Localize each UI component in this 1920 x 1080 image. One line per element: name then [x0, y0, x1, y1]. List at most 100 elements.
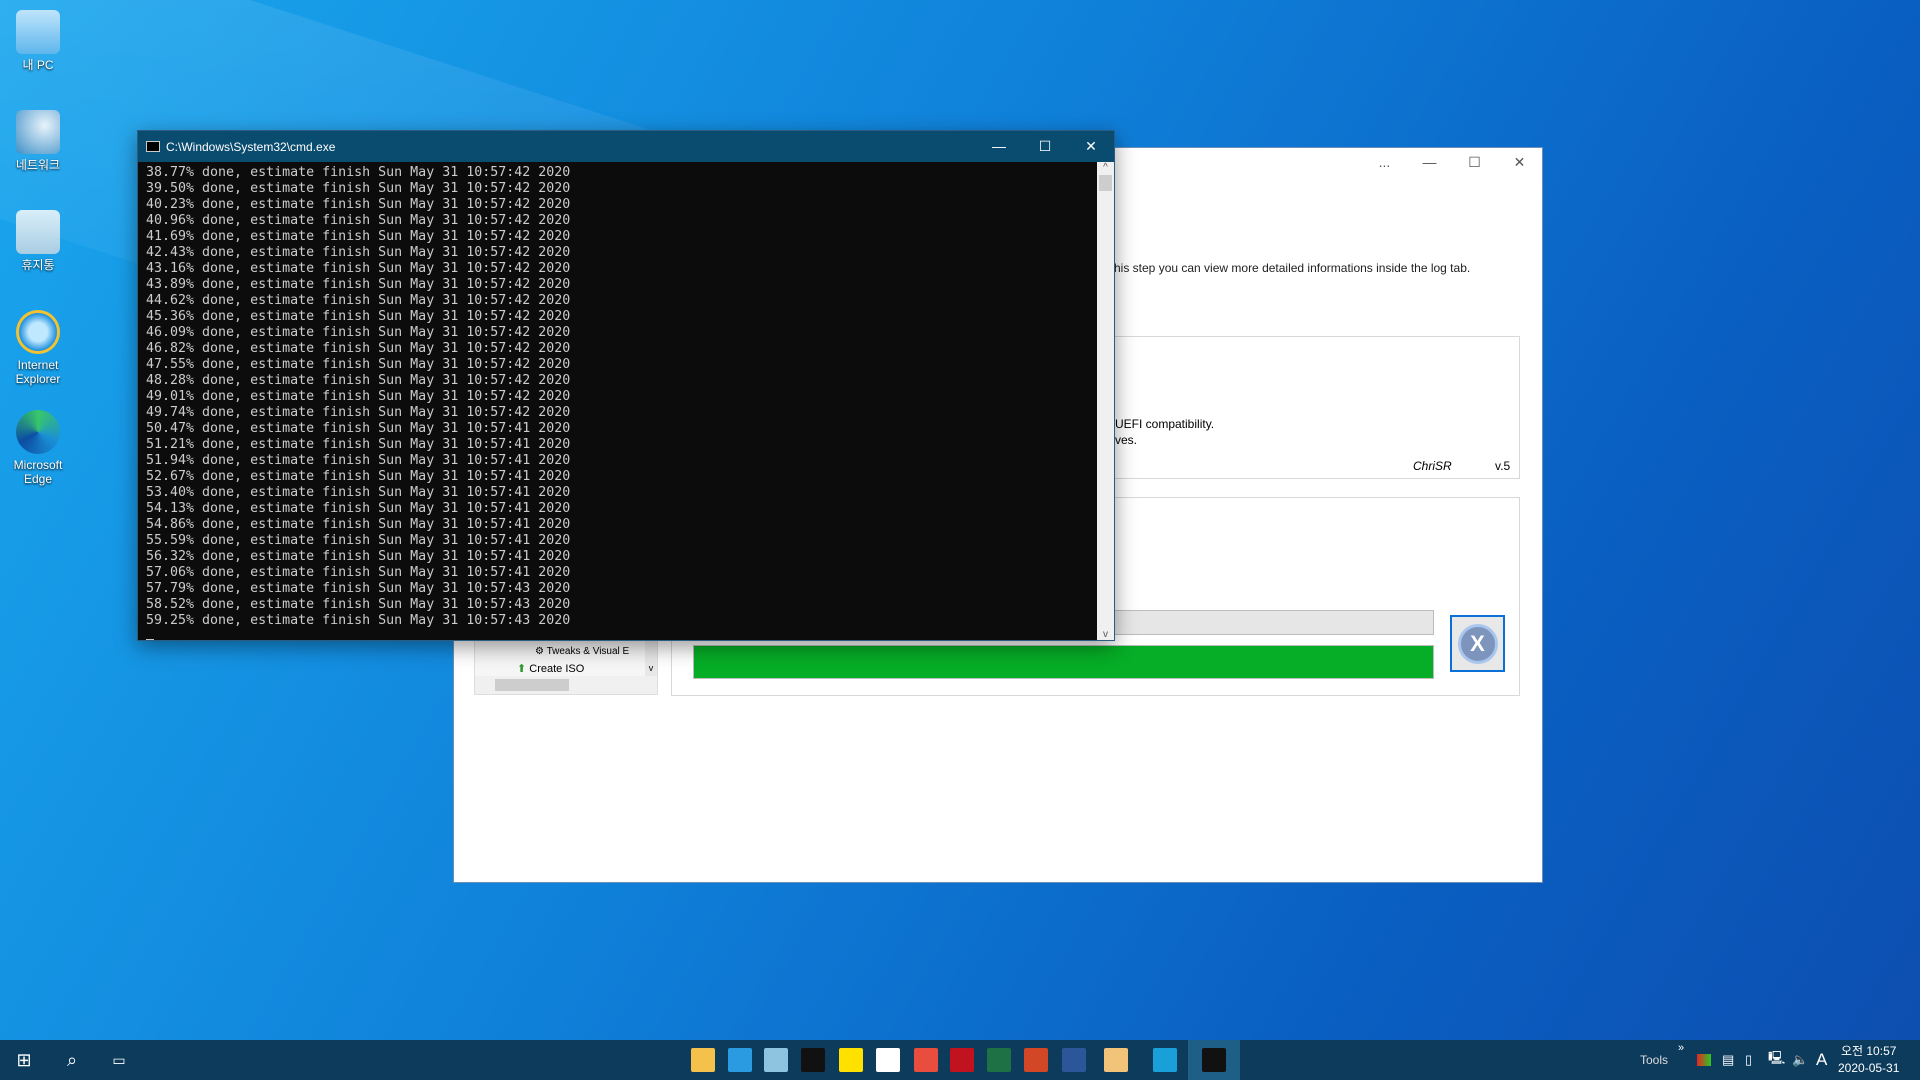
- progress-fill: [694, 646, 1433, 678]
- edge-icon: [1153, 1048, 1177, 1072]
- close-button[interactable]: ✕: [1497, 148, 1542, 178]
- taskbar-app-button[interactable]: [1146, 1040, 1184, 1080]
- ie-icon: [16, 310, 60, 354]
- console-line: 47.55% done, estimate finish Sun May 31 …: [146, 357, 571, 372]
- icon-label: Microsoft Edge: [13, 458, 63, 486]
- console-line: 41.69% done, estimate finish Sun May 31 …: [146, 229, 571, 244]
- computer-icon: [16, 10, 60, 54]
- console-output: 38.77% done, estimate finish Sun May 31 …: [138, 162, 1097, 640]
- taskbar-app-button[interactable]: [869, 1040, 907, 1080]
- console-line: 40.96% done, estimate finish Sun May 31 …: [146, 213, 571, 228]
- start-button[interactable]: ⊞: [5, 1040, 43, 1080]
- desktop-icon-this-pc[interactable]: 내 PC: [4, 10, 72, 72]
- word-icon: [1062, 1048, 1086, 1072]
- console-line: 43.16% done, estimate finish Sun May 31 …: [146, 261, 571, 276]
- tree-hscrollbar[interactable]: [475, 676, 657, 694]
- tray-app-icon[interactable]: [1697, 1054, 1711, 1066]
- console-line: 43.89% done, estimate finish Sun May 31 …: [146, 277, 571, 292]
- window-controls: ... — ☐ ✕: [1362, 148, 1542, 178]
- search-icon[interactable]: ⌕: [53, 1040, 91, 1080]
- maximize-button[interactable]: ☐: [1022, 138, 1068, 155]
- desktop-icon-edge[interactable]: Microsoft Edge: [4, 410, 72, 486]
- cmd-vscrollbar[interactable]: ^ v: [1097, 162, 1114, 640]
- taskbar-app-button[interactable]: [943, 1040, 981, 1080]
- task-view-icon[interactable]: ▭: [100, 1040, 138, 1080]
- tray-document-icon[interactable]: ▤: [1722, 1052, 1734, 1068]
- tools-app-icon: [1104, 1048, 1128, 1072]
- console-cursor: [146, 639, 154, 640]
- main-progress-bar: [693, 645, 1434, 679]
- scroll-thumb[interactable]: [495, 679, 569, 691]
- maximize-button[interactable]: ☐: [1452, 148, 1497, 178]
- console-line: 39.50% done, estimate finish Sun May 31 …: [146, 181, 571, 196]
- tree-item-create-iso[interactable]: ⬆ Create ISO: [517, 662, 584, 675]
- console-line: 56.32% done, estimate finish Sun May 31 …: [146, 549, 571, 564]
- console-line: 50.47% done, estimate finish Sun May 31 …: [146, 421, 571, 436]
- cancel-button[interactable]: X: [1450, 615, 1505, 672]
- taskbar-app-button[interactable]: [907, 1040, 945, 1080]
- console-line: 55.59% done, estimate finish Sun May 31 …: [146, 533, 571, 548]
- cmd-icon: [801, 1048, 825, 1072]
- cancel-x-icon: X: [1457, 623, 1498, 664]
- console-line: 51.94% done, estimate finish Sun May 31 …: [146, 453, 571, 468]
- tools-toolbar-label[interactable]: Tools: [1640, 1053, 1668, 1067]
- console-line: 44.62% done, estimate finish Sun May 31 …: [146, 293, 571, 308]
- create-iso-icon: ⬆: [517, 663, 527, 675]
- scroll-thumb[interactable]: [1099, 175, 1112, 191]
- desktop-icon-network[interactable]: 네트워크: [4, 110, 72, 172]
- scroll-up-arrow[interactable]: ^: [1097, 162, 1114, 173]
- taskbar-app-button[interactable]: [832, 1040, 870, 1080]
- console-line: 38.77% done, estimate finish Sun May 31 …: [146, 165, 571, 180]
- scroll-down-arrow[interactable]: v: [1097, 629, 1114, 640]
- volume-icon[interactable]: 🔈: [1792, 1052, 1808, 1068]
- icon-label: 네트워크: [15, 158, 61, 172]
- console-line: 49.01% done, estimate finish Sun May 31 …: [146, 389, 571, 404]
- minimize-button[interactable]: —: [1407, 148, 1452, 178]
- taskbar-app-button[interactable]: [1188, 1040, 1240, 1080]
- calculator-icon: [876, 1048, 900, 1072]
- file-explorer-icon: [691, 1048, 715, 1072]
- icon-label: Internet Explorer: [15, 358, 61, 386]
- tree-item-tweaks[interactable]: ⚙ Tweaks & Visual E: [535, 646, 629, 657]
- console-line: 57.06% done, estimate finish Sun May 31 …: [146, 565, 571, 580]
- taskbar-app-button[interactable]: [721, 1040, 759, 1080]
- desktop-icon-internet-explorer[interactable]: Internet Explorer: [4, 310, 72, 386]
- toolbar-chevron[interactable]: »: [1678, 1042, 1684, 1054]
- taskbar-app-button[interactable]: [1055, 1040, 1093, 1080]
- console-line: 45.36% done, estimate finish Sun May 31 …: [146, 309, 571, 324]
- console-line: 53.40% done, estimate finish Sun May 31 …: [146, 485, 571, 500]
- cmd-icon: [146, 141, 160, 152]
- usb-icon[interactable]: ▯: [1745, 1052, 1752, 1068]
- cmd-icon: [1202, 1048, 1226, 1072]
- taskbar-app-button[interactable]: [794, 1040, 832, 1080]
- cmd-title: C:\Windows\System32\cmd.exe: [166, 139, 336, 154]
- clock[interactable]: 오전 10:57 2020-05-31: [1838, 1043, 1899, 1077]
- console-line: 48.28% done, estimate finish Sun May 31 …: [146, 373, 571, 388]
- maps-icon: [728, 1048, 752, 1072]
- notepad-icon: [764, 1048, 788, 1072]
- pdf-icon: [950, 1048, 974, 1072]
- more-button[interactable]: ...: [1362, 148, 1407, 178]
- minimize-button[interactable]: —: [976, 138, 1022, 155]
- desktop-icon-recycle-bin[interactable]: 휴지통: [4, 210, 72, 272]
- taskbar-app-button[interactable]: [1017, 1040, 1055, 1080]
- network-icon[interactable]: 🖳: [1768, 1049, 1785, 1071]
- excel-icon: [987, 1048, 1011, 1072]
- gear-icon: ⚙: [535, 646, 544, 657]
- taskbar-app-button[interactable]: [757, 1040, 795, 1080]
- taskbar-app-button[interactable]: [1097, 1040, 1135, 1080]
- cmd-window: C:\Windows\System32\cmd.exe — ☐ ✕ 38.77% d…: [137, 130, 1115, 641]
- info-line-1: UEFI compatibility.: [1115, 417, 1215, 431]
- snipping-icon: [914, 1048, 938, 1072]
- console-line: 57.79% done, estimate finish Sun May 31 …: [146, 581, 571, 596]
- taskbar-app-button[interactable]: [684, 1040, 722, 1080]
- taskbar-app-button[interactable]: [980, 1040, 1018, 1080]
- close-button[interactable]: ✕: [1068, 138, 1114, 155]
- console-line: 54.86% done, estimate finish Sun May 31 …: [146, 517, 571, 532]
- console-line: 40.23% done, estimate finish Sun May 31 …: [146, 197, 571, 212]
- version-label: v.5: [1495, 459, 1511, 473]
- powerpoint-icon: [1024, 1048, 1048, 1072]
- ime-indicator[interactable]: A: [1816, 1050, 1827, 1070]
- console-line: 59.25% done, estimate finish Sun May 31 …: [146, 613, 571, 628]
- cmd-titlebar[interactable]: C:\Windows\System32\cmd.exe — ☐ ✕: [138, 131, 1114, 162]
